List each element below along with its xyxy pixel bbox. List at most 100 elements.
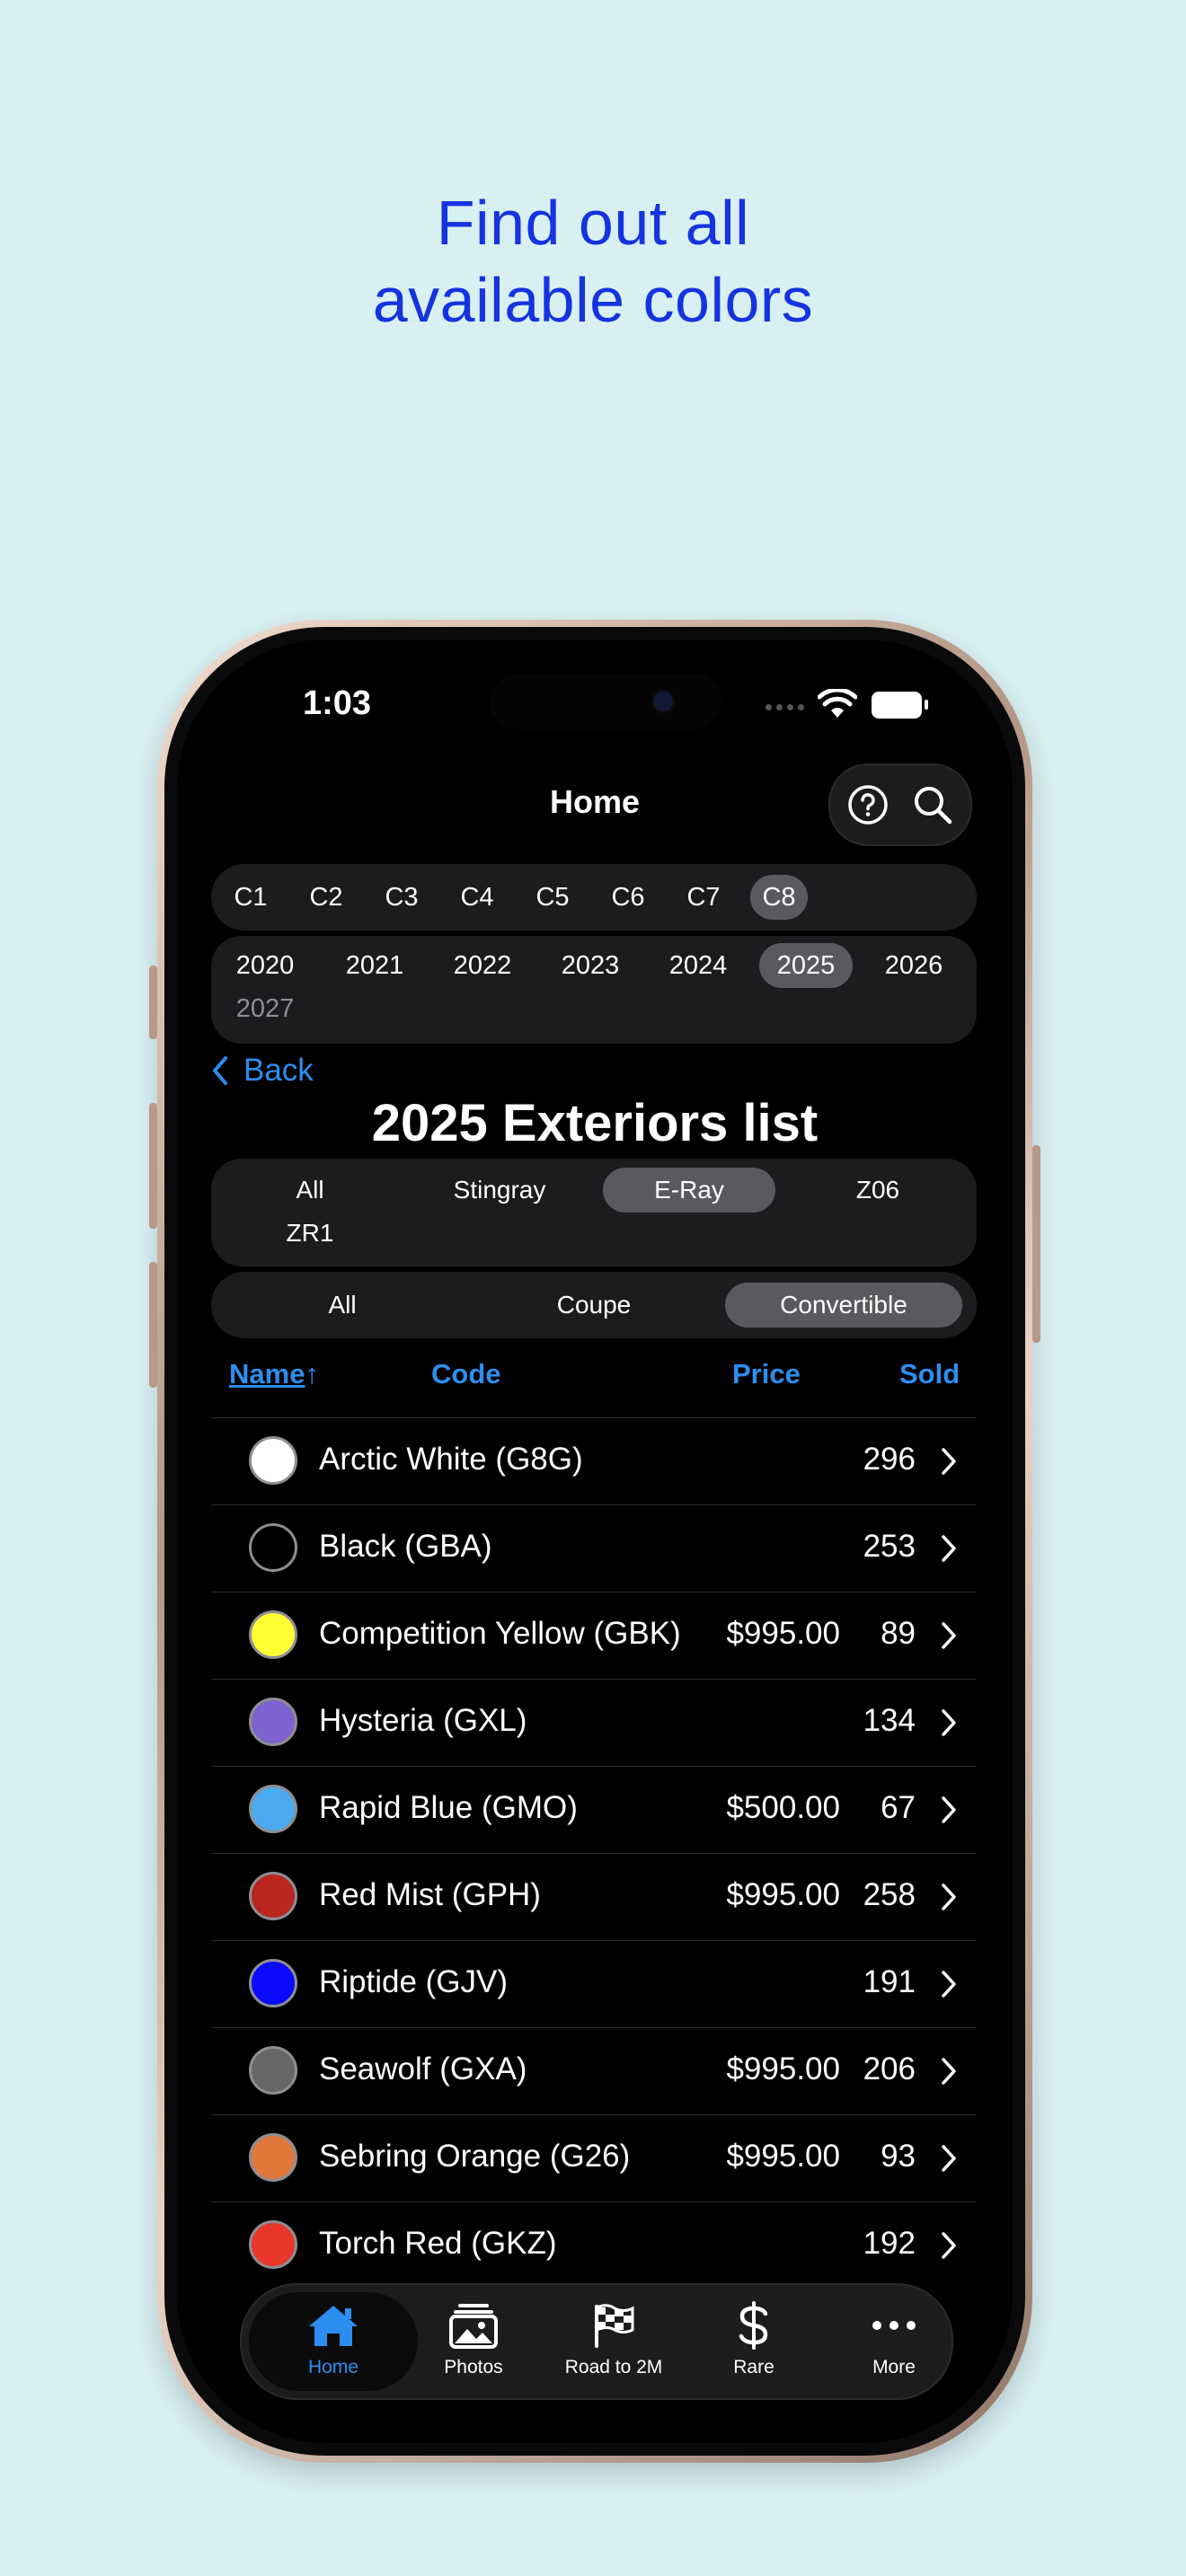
color-price: $995.00 [726, 1877, 840, 1912]
color-name: Sebring Orange (G26) [319, 2139, 631, 2174]
power-button [1032, 1145, 1040, 1343]
back-button[interactable]: Back [211, 1053, 314, 1089]
table-row[interactable]: Competition Yellow (GBK) $995.00 89 [211, 1592, 977, 1679]
tab-home[interactable]: Home [263, 2301, 403, 2378]
color-name: Black (GBA) [319, 1529, 492, 1564]
chevron-right-icon [942, 1448, 956, 1475]
search-icon[interactable] [911, 783, 954, 826]
year-selector: 2020 2021 2022 2023 2024 2025 2026 2027 [211, 936, 977, 1044]
cellular-icon [766, 704, 804, 710]
table-row[interactable]: Arctic White (G8G) 296 [211, 1417, 977, 1504]
ellipsis-icon [872, 2321, 916, 2330]
status-time: 1:03 [303, 684, 372, 722]
color-swatch [249, 1959, 297, 2007]
generation-selector: C1 C2 C3 C4 C5 C6 C7 C8 [211, 864, 977, 931]
generation-c2[interactable]: C2 [297, 875, 355, 920]
tab-rare[interactable]: Rare [684, 2301, 824, 2378]
color-list: Arctic White (G8G) 296 Black (GBA) 253 C… [211, 1417, 977, 2289]
table-header: Name↑ Code Price Sold [211, 1358, 977, 1403]
tab-road-to-2m-label: Road to 2M [564, 2357, 663, 2378]
headline-line-1: Find out all [436, 188, 750, 258]
color-swatch [249, 1523, 297, 1572]
model-z06[interactable]: Z06 [792, 1168, 964, 1213]
headline: Find out all available colors [0, 184, 1186, 339]
tab-more[interactable]: More [824, 2301, 964, 2378]
sold-count: 253 [863, 1529, 916, 1564]
body-style-selector: All Coupe Convertible [211, 1272, 977, 1338]
tab-road-to-2m[interactable]: Road to 2M [544, 2301, 684, 2378]
color-name: Torch Red (GKZ) [319, 2226, 557, 2261]
chevron-right-icon [942, 1971, 956, 1998]
sort-name-header[interactable]: Name↑ [229, 1358, 319, 1390]
generation-c6[interactable]: C6 [599, 875, 657, 920]
table-row[interactable]: Red Mist (GPH) $995.00 258 [211, 1853, 977, 1940]
year-2021[interactable]: 2021 [328, 943, 421, 988]
wifi-icon [818, 689, 857, 718]
checkered-flag-icon [595, 2304, 634, 2348]
action-button [149, 966, 157, 1039]
sold-count: 296 [863, 1442, 916, 1477]
body-convertible[interactable]: Convertible [725, 1283, 962, 1328]
color-swatch [249, 1610, 297, 1659]
generation-c8[interactable]: C8 [750, 875, 808, 920]
year-2024[interactable]: 2024 [651, 943, 745, 988]
table-row[interactable]: Seawolf (GXA) $995.00 206 [211, 2027, 977, 2114]
year-2026[interactable]: 2026 [867, 943, 960, 988]
sold-count: 191 [863, 1964, 916, 1999]
table-row[interactable]: Black (GBA) 253 [211, 1504, 977, 1592]
dollar-icon [739, 2301, 768, 2350]
sold-count: 206 [863, 2051, 916, 2086]
tab-bar: Home Photos Road to 2M Rare More [240, 2283, 953, 2400]
chevron-right-icon [942, 2058, 956, 2085]
chevron-right-icon [942, 1796, 956, 1823]
color-swatch [249, 1698, 297, 1746]
year-2025[interactable]: 2025 [759, 943, 853, 988]
body-all[interactable]: All [222, 1283, 463, 1328]
sold-count: 93 [881, 2139, 916, 2174]
sold-count: 134 [863, 1703, 916, 1738]
sort-ascending-icon: ↑ [305, 1358, 319, 1389]
back-label: Back [243, 1053, 314, 1088]
generation-c1[interactable]: C1 [222, 875, 279, 920]
model-all[interactable]: All [224, 1168, 396, 1213]
table-row[interactable]: Hysteria (GXL) 134 [211, 1679, 977, 1766]
model-e-ray[interactable]: E-Ray [603, 1168, 775, 1213]
color-swatch [249, 1872, 297, 1920]
sort-code-header[interactable]: Code [431, 1358, 501, 1390]
color-price: $995.00 [726, 2051, 840, 2086]
nav-actions [828, 763, 972, 846]
battery-icon [872, 692, 922, 719]
sort-price-header[interactable]: Price [732, 1358, 801, 1390]
color-price: $995.00 [726, 1616, 840, 1651]
color-name: Arctic White (G8G) [319, 1442, 583, 1477]
table-row[interactable]: Torch Red (GKZ) 192 [211, 2201, 977, 2289]
table-row[interactable]: Riptide (GJV) 191 [211, 1940, 977, 2027]
year-2023[interactable]: 2023 [544, 943, 637, 988]
generation-c3[interactable]: C3 [373, 875, 430, 920]
volume-down-button [149, 1262, 157, 1388]
battery-tip [925, 700, 928, 710]
volume-up-button [149, 1103, 157, 1229]
chevron-right-icon [942, 1883, 956, 1910]
color-swatch [249, 2046, 297, 2095]
generation-c7[interactable]: C7 [675, 875, 732, 920]
generation-c5[interactable]: C5 [524, 875, 581, 920]
color-price: $500.00 [726, 1790, 840, 1825]
dynamic-island [490, 674, 721, 729]
model-stingray[interactable]: Stingray [413, 1168, 586, 1213]
color-name: Rapid Blue (GMO) [319, 1790, 578, 1825]
model-zr1[interactable]: ZR1 [224, 1211, 396, 1256]
table-row[interactable]: Sebring Orange (G26) $995.00 93 [211, 2114, 977, 2201]
sold-count: 67 [881, 1790, 916, 1825]
sort-sold-header[interactable]: Sold [899, 1358, 960, 1390]
generation-c4[interactable]: C4 [448, 875, 506, 920]
chevron-right-icon [942, 1535, 956, 1562]
help-icon[interactable] [846, 783, 890, 826]
body-coupe[interactable]: Coupe [474, 1283, 714, 1328]
year-2027: 2027 [235, 994, 295, 1023]
year-2022[interactable]: 2022 [436, 943, 529, 988]
chevron-right-icon [942, 2145, 956, 2172]
tab-photos[interactable]: Photos [403, 2301, 544, 2378]
year-2020[interactable]: 2020 [218, 943, 312, 988]
table-row[interactable]: Rapid Blue (GMO) $500.00 67 [211, 1766, 977, 1853]
